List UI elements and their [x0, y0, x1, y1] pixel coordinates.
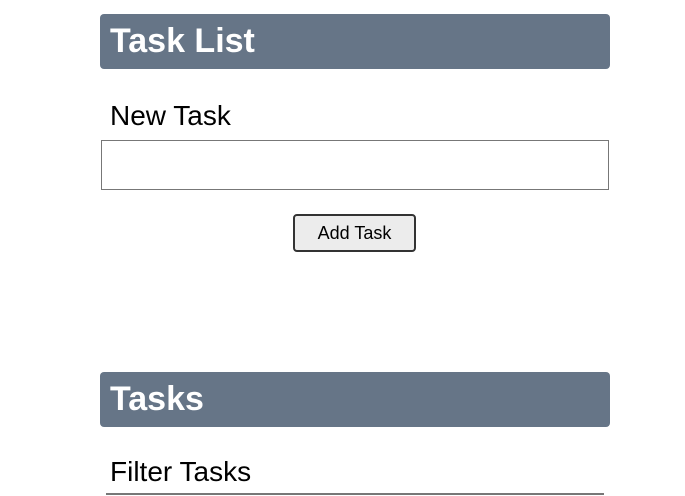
add-task-button[interactable]: Add Task	[293, 214, 416, 252]
filter-tasks-label: Filter Tasks	[110, 456, 252, 487]
task-list-header: Task List	[100, 14, 610, 69]
new-task-input[interactable]	[101, 140, 609, 190]
new-task-label: New Task	[110, 100, 231, 131]
tasks-header: Tasks	[100, 372, 610, 427]
filter-tasks-input[interactable]	[106, 493, 604, 495]
